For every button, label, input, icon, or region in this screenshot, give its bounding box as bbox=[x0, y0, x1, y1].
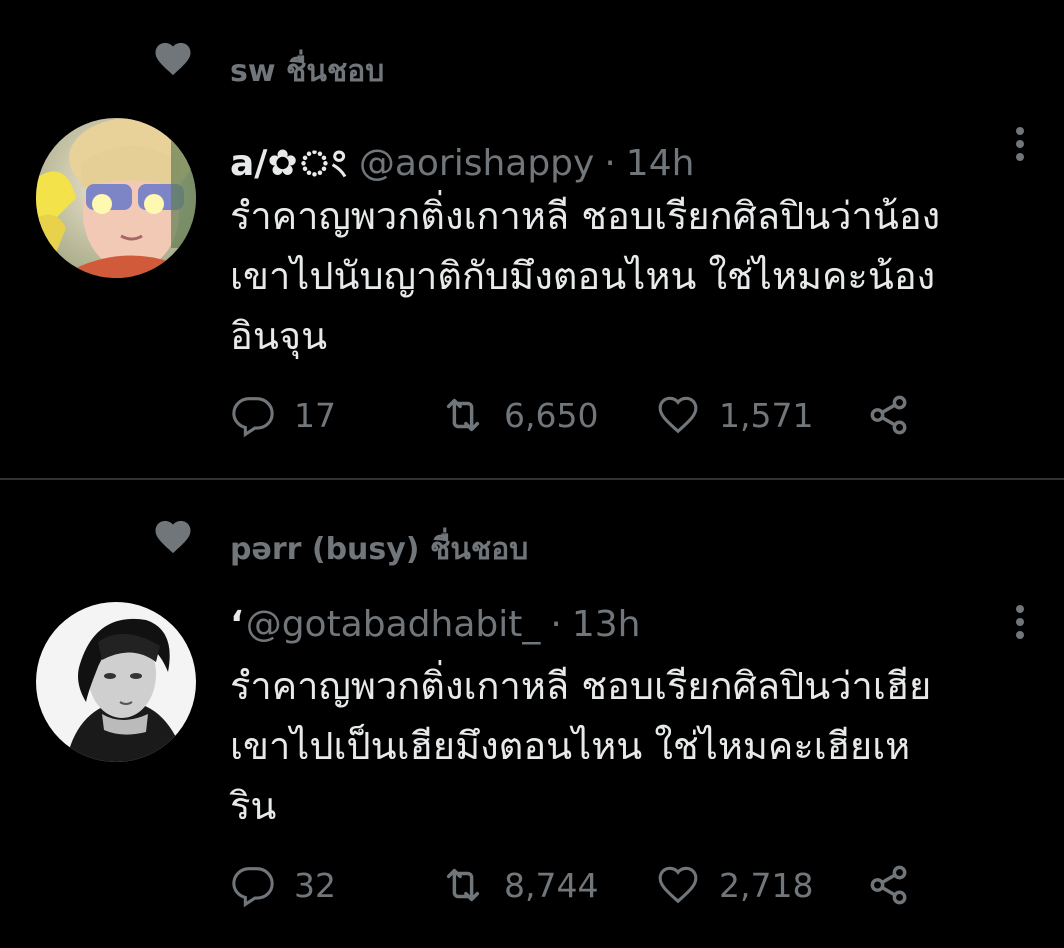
avatar-image bbox=[36, 118, 196, 278]
tweet-2[interactable]: pərr (busy) ชื่นชอบ ʻ @gotabadhabit_ · 1… bbox=[0, 480, 1064, 948]
retweet-button[interactable]: 8,744 bbox=[440, 862, 598, 908]
more-icon bbox=[1016, 127, 1024, 135]
reply-count: 17 bbox=[294, 395, 336, 435]
retweet-count: 8,744 bbox=[504, 865, 599, 905]
retweet-button[interactable]: 6,650 bbox=[440, 392, 598, 438]
like-count: 2,718 bbox=[719, 865, 814, 905]
reply-icon bbox=[232, 397, 274, 438]
reply-button[interactable]: 17 bbox=[230, 392, 336, 438]
share-icon bbox=[870, 865, 907, 905]
avatar[interactable] bbox=[36, 602, 196, 762]
tweet-text: รำคาญพวกติ่งเกาหลี ชอบเรียกศิลปินว่าน้อง… bbox=[230, 186, 1040, 366]
tweet-header: ʻ @gotabadhabit_ · 13h bbox=[230, 604, 640, 645]
tweet-text: รำคาญพวกติ่งเกาหลี ชอบเรียกศิลปินว่าเฮีย… bbox=[230, 656, 1040, 836]
separator-dot: · bbox=[550, 604, 562, 645]
like-button[interactable]: 2,718 bbox=[655, 862, 813, 908]
tweet-text-line: อินจุน bbox=[230, 314, 328, 358]
like-count: 1,571 bbox=[719, 395, 814, 435]
reply-icon bbox=[232, 867, 274, 908]
share-button[interactable] bbox=[866, 862, 912, 908]
display-name[interactable]: ʻ bbox=[230, 604, 244, 645]
reply-count: 32 bbox=[294, 865, 336, 905]
timestamp[interactable]: 13h bbox=[572, 604, 641, 645]
username-handle[interactable]: @gotabadhabit_ bbox=[246, 604, 541, 645]
tweet-actions: 17 6,650 1,571 bbox=[230, 392, 950, 442]
liked-by-text: sw ชื่นชอบ bbox=[230, 54, 385, 89]
liked-by-text: pərr (busy) ชื่นชอบ bbox=[230, 532, 529, 567]
avatar[interactable] bbox=[36, 118, 196, 278]
username-handle[interactable]: @aorishappy bbox=[359, 143, 595, 184]
separator-dot: · bbox=[604, 143, 616, 184]
more-options-button[interactable] bbox=[1010, 124, 1030, 164]
tweet-1[interactable]: sw ชื่นชอบ a/✿ং @aorishappy · 14h รำคาญพ… bbox=[0, 0, 1064, 478]
reply-button[interactable]: 32 bbox=[230, 862, 336, 908]
tweet-text-line: รำคาญพวกติ่งเกาหลี ชอบเรียกศิลปินว่าน้อง bbox=[230, 194, 941, 238]
tweet-text-line: รำคาญพวกติ่งเกาหลี ชอบเรียกศิลปินว่าเฮีย bbox=[230, 664, 932, 708]
more-options-button[interactable] bbox=[1010, 602, 1030, 642]
tweet-text-line: เขาไปนับญาติกับมึงตอนไหน ใช่ไหมคะน้อง bbox=[230, 254, 936, 298]
more-icon bbox=[1016, 605, 1024, 613]
social-context: pərr (busy) ชื่นชอบ bbox=[152, 516, 528, 567]
tweet-actions: 32 8,744 2,718 bbox=[230, 862, 950, 912]
social-context: sw ชื่นชอบ bbox=[152, 38, 384, 89]
share-button[interactable] bbox=[866, 392, 912, 438]
avatar-image bbox=[36, 602, 196, 762]
like-button[interactable]: 1,571 bbox=[655, 392, 813, 438]
heart-icon bbox=[155, 42, 191, 76]
retweet-icon bbox=[446, 868, 480, 902]
share-icon bbox=[870, 395, 907, 435]
heart-icon bbox=[155, 520, 191, 554]
retweet-icon bbox=[446, 398, 480, 432]
like-icon bbox=[658, 866, 698, 904]
retweet-count: 6,650 bbox=[504, 395, 599, 435]
tweet-text-line: เขาไปเป็นเฮียมึงตอนไหน ใช่ไหมคะเฮียเห bbox=[230, 724, 911, 768]
timestamp[interactable]: 14h bbox=[626, 143, 695, 184]
like-icon bbox=[658, 396, 698, 434]
tweet-text-line: ริน bbox=[230, 784, 277, 828]
